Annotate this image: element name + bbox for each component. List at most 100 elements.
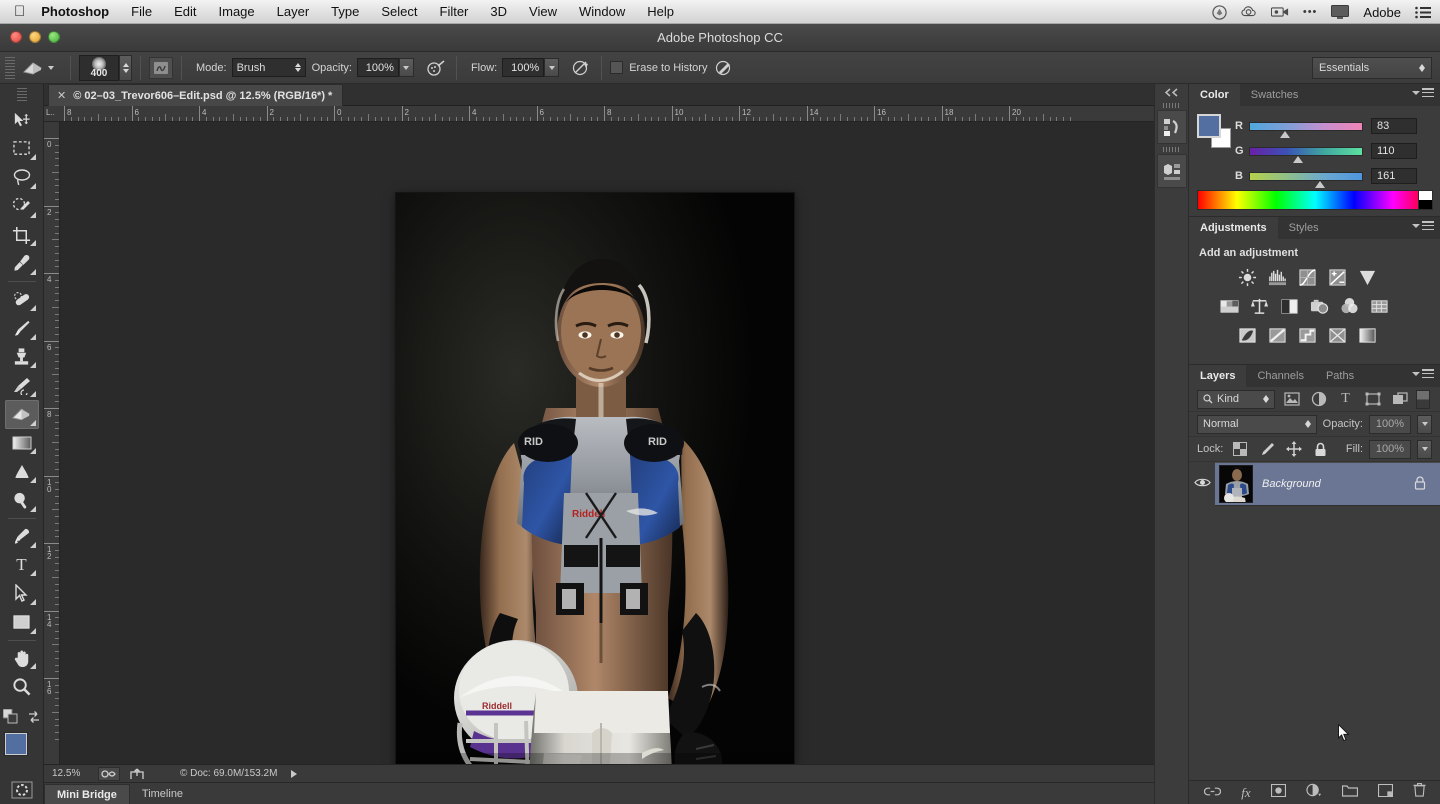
- r-value[interactable]: 83: [1371, 118, 1417, 134]
- r-slider[interactable]: [1249, 122, 1363, 131]
- lock-image-pixels-icon[interactable]: [1256, 440, 1277, 459]
- invert-adjustment-icon[interactable]: [1237, 325, 1258, 346]
- apple-icon[interactable]: : [14, 4, 25, 19]
- panel-menu-icon[interactable]: [1412, 221, 1434, 230]
- airbrush-icon[interactable]: [424, 57, 448, 79]
- foreground-color-swatch[interactable]: [1197, 114, 1221, 138]
- flow-dropdown-button[interactable]: [544, 58, 559, 77]
- link-layers-icon[interactable]: [1204, 784, 1221, 802]
- tablet-pressure-icon[interactable]: [149, 57, 173, 79]
- eyedropper-tool[interactable]: [5, 249, 39, 278]
- selective-color-adjustment-icon[interactable]: [1327, 325, 1348, 346]
- lock-all-icon[interactable]: [1310, 440, 1331, 459]
- lock-transparent-pixels-icon[interactable]: [1229, 440, 1250, 459]
- tab-color[interactable]: Color: [1189, 84, 1240, 106]
- eye-icon[interactable]: [1189, 477, 1215, 491]
- layer-thumbnail[interactable]: [1219, 465, 1253, 503]
- horizontal-ruler[interactable]: L..864202468101214161820: [44, 106, 1188, 122]
- menu-type[interactable]: Type: [331, 4, 359, 19]
- tool-preset-chevron-icon[interactable]: [48, 66, 54, 70]
- eraser-tool-icon[interactable]: [20, 57, 46, 79]
- brush-preset-picker[interactable]: 400: [79, 55, 119, 81]
- hand-tool[interactable]: [5, 644, 39, 673]
- menu-edit[interactable]: Edit: [174, 4, 196, 19]
- gradient-map-adjustment-icon[interactable]: [1357, 325, 1378, 346]
- opacity-input[interactable]: 100%: [357, 58, 399, 77]
- g-slider[interactable]: [1249, 147, 1363, 156]
- vibrance-adjustment-icon[interactable]: [1357, 267, 1378, 288]
- zoom-level-input[interactable]: 12.5%: [44, 768, 98, 779]
- brightness-contrast-adjustment-icon[interactable]: [1237, 267, 1258, 288]
- quick-mask-icon[interactable]: [11, 781, 33, 804]
- lock-position-icon[interactable]: [1283, 440, 1304, 459]
- canvas-viewport[interactable]: RID RID Riddell: [60, 122, 1188, 782]
- toolbox-grip[interactable]: [17, 88, 27, 102]
- menu-image[interactable]: Image: [219, 4, 255, 19]
- menu-3d[interactable]: 3D: [490, 4, 507, 19]
- lasso-tool[interactable]: [5, 163, 39, 192]
- color-balance-adjustment-icon[interactable]: [1249, 296, 1270, 317]
- curves-adjustment-icon[interactable]: [1297, 267, 1318, 288]
- new-layer-icon[interactable]: [1378, 784, 1393, 802]
- levels-adjustment-icon[interactable]: [1267, 267, 1288, 288]
- filter-shape-layers-icon[interactable]: [1362, 390, 1383, 409]
- filter-adjustment-layers-icon[interactable]: [1308, 390, 1329, 409]
- pen-tool[interactable]: [5, 522, 39, 551]
- photo-filter-adjustment-icon[interactable]: [1309, 296, 1330, 317]
- tab-layers[interactable]: Layers: [1189, 365, 1246, 387]
- b-value[interactable]: 161: [1371, 168, 1417, 184]
- layer-fill-dropdown[interactable]: [1417, 440, 1432, 459]
- default-colors-icon[interactable]: [3, 709, 18, 729]
- g-value[interactable]: 110: [1371, 143, 1417, 159]
- mode-select[interactable]: Brush: [232, 58, 306, 77]
- tab-styles[interactable]: Styles: [1278, 217, 1330, 239]
- collapse-panels-icon[interactable]: [1155, 84, 1188, 100]
- menu-view[interactable]: View: [529, 4, 557, 19]
- black-white-adjustment-icon[interactable]: [1279, 296, 1300, 317]
- layer-filter-kind-select[interactable]: Kind: [1197, 390, 1275, 409]
- threshold-adjustment-icon[interactable]: [1297, 325, 1318, 346]
- close-window-button[interactable]: [10, 31, 22, 43]
- zoom-tool[interactable]: [5, 672, 39, 701]
- eraser-tool[interactable]: [5, 400, 39, 429]
- canvas-image[interactable]: RID RID Riddell: [396, 193, 794, 782]
- brush-tool[interactable]: [5, 314, 39, 343]
- layer-row-body[interactable]: Background: [1215, 462, 1440, 506]
- rectangle-shape-tool[interactable]: [5, 608, 39, 637]
- posterize-adjustment-icon[interactable]: [1267, 325, 1288, 346]
- layer-fill-input[interactable]: 100%: [1369, 440, 1411, 459]
- tab-timeline[interactable]: Timeline: [130, 784, 195, 804]
- dodge-tool[interactable]: [5, 486, 39, 515]
- screen-recording-icon[interactable]: [1271, 6, 1289, 18]
- white-black-swatches[interactable]: [1418, 191, 1432, 209]
- quick-selection-tool[interactable]: [5, 192, 39, 221]
- channel-mixer-adjustment-icon[interactable]: [1339, 296, 1360, 317]
- table-row[interactable]: Background: [1189, 462, 1440, 506]
- adobe-menu-label[interactable]: Adobe: [1363, 5, 1401, 20]
- gradient-tool[interactable]: [5, 429, 39, 458]
- tab-mini-bridge[interactable]: Mini Bridge: [44, 784, 130, 804]
- zoom-window-button[interactable]: [48, 31, 60, 43]
- spot-healing-brush-tool[interactable]: [5, 285, 39, 314]
- tab-swatches[interactable]: Swatches: [1240, 84, 1310, 106]
- share-on-behance-icon[interactable]: [126, 767, 148, 781]
- filter-enable-toggle[interactable]: [1416, 390, 1430, 409]
- foreground-color-swatch[interactable]: [5, 733, 27, 755]
- move-tool[interactable]: [5, 106, 39, 135]
- b-slider[interactable]: [1249, 172, 1363, 181]
- new-fill-adjustment-layer-icon[interactable]: [1306, 783, 1322, 802]
- history-panel-icon[interactable]: [1157, 110, 1187, 144]
- swap-colors-icon[interactable]: [27, 710, 41, 729]
- crop-tool[interactable]: [5, 221, 39, 250]
- blend-mode-select[interactable]: Normal: [1197, 415, 1317, 434]
- color-panel-swatches[interactable]: [1197, 114, 1231, 148]
- document-settings-icon[interactable]: [98, 767, 120, 781]
- foreground-background-color[interactable]: [5, 733, 39, 767]
- display-icon[interactable]: [1331, 5, 1349, 19]
- brush-picker-stepper[interactable]: [119, 55, 132, 81]
- dropbox-icon[interactable]: [1212, 5, 1227, 20]
- menu-photoshop[interactable]: Photoshop: [41, 4, 109, 19]
- add-layer-mask-icon[interactable]: [1271, 784, 1286, 802]
- filter-pixel-layers-icon[interactable]: [1281, 390, 1302, 409]
- pressure-opacity-icon[interactable]: [569, 57, 593, 79]
